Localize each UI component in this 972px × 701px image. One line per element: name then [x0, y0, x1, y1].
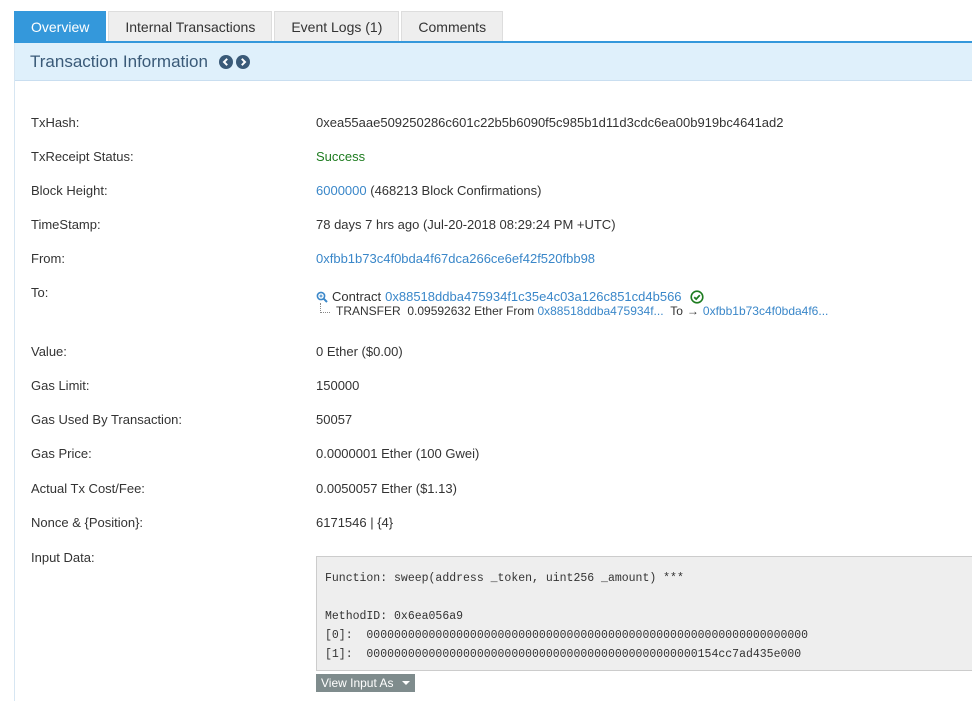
chevron-right-icon[interactable] [235, 54, 250, 69]
input-param-1: [1]: 00000000000000000000000000000000000… [325, 648, 802, 661]
timestamp-value: 78 days 7 hrs ago (Jul-20-2018 08:29:24 … [316, 217, 616, 232]
tab-overview[interactable]: Overview [14, 11, 107, 41]
value-amount: 0 Ether ($0.00) [316, 344, 403, 359]
input-data-box[interactable]: Function: sweep(address _token, uint256 … [316, 556, 972, 671]
contract-address-link[interactable]: 0x88518ddba475934f1c35e4c03a126c851cd4b5… [385, 289, 681, 304]
caret-down-icon [401, 681, 410, 685]
from-address-link[interactable]: 0xfbb1b73c4f0bda4f67dca266ce6ef42f520fbb… [316, 251, 595, 266]
transfer-from-link[interactable]: 0x88518ddba475934f... [537, 304, 663, 318]
check-circle-icon [689, 289, 704, 304]
view-input-as-label: View Input As [321, 676, 394, 690]
gas-used-label: Gas Used By Transaction: [31, 412, 183, 427]
tree-connector [320, 303, 330, 313]
value-label: Value: [31, 344, 67, 359]
tx-cost-value: 0.0050057 Ether ($1.13) [316, 481, 457, 496]
panel-title: Transaction Information [30, 51, 208, 71]
magnifier-icon[interactable] [316, 291, 328, 303]
block-confirmations: (468213 Block Confirmations) [366, 183, 542, 198]
gas-limit-value: 150000 [316, 378, 360, 393]
chevron-left-icon[interactable] [218, 54, 233, 69]
tx-nav [218, 54, 250, 69]
transfer-to-link[interactable]: 0xfbb1b73c4f0bda4f6... [703, 304, 828, 318]
internal-transfer: TRANSFER 0.09592632 Ether From 0x88518dd… [320, 303, 828, 318]
gas-price-label: Gas Price: [31, 446, 92, 461]
input-function: Function: sweep(address _token, uint256 … [325, 572, 684, 585]
txhash-label: TxHash: [31, 115, 80, 130]
block-value: 6000000 (468213 Block Confirmations) [316, 183, 541, 198]
tab-event-logs[interactable]: Event Logs (1) [274, 11, 400, 41]
view-input-as-button[interactable]: View Input As [316, 674, 415, 692]
txhash-value: 0xea55aae509250286c601c22b5b6090f5c985b1… [316, 115, 784, 130]
transaction-panel: Transaction Information TxHash: 0xea55aa… [14, 43, 972, 701]
status-value: Success [316, 149, 366, 164]
transfer-amount: 0.09592632 Ether From [407, 304, 535, 318]
panel-header: Transaction Information [15, 43, 972, 81]
input-param-0: [0]: 00000000000000000000000000000000000… [325, 629, 809, 642]
block-label: Block Height: [31, 183, 108, 198]
nonce-value: 6171546 | {4} [316, 515, 394, 530]
transfer-label: TRANSFER [336, 304, 401, 318]
tx-cost-label: Actual Tx Cost/Fee: [31, 481, 145, 496]
input-blank [325, 588, 972, 607]
transfer-to-label: To [670, 304, 683, 318]
tab-comments[interactable]: Comments [401, 11, 504, 41]
timestamp-label: TimeStamp: [31, 217, 101, 232]
tab-bar: Overview Internal Transactions Event Log… [14, 11, 505, 42]
to-value: Contract 0x88518ddba475934f1c35e4c03a126… [316, 289, 704, 304]
tab-internal-transactions[interactable]: Internal Transactions [108, 11, 273, 41]
nonce-label: Nonce & {Position}: [31, 515, 144, 530]
gas-used-value: 50057 [316, 412, 353, 427]
input-data-label: Input Data: [31, 550, 95, 565]
status-label: TxReceipt Status: [31, 149, 134, 164]
from-label: From: [31, 251, 65, 266]
arrow-right-icon: → [686, 304, 699, 318]
block-link[interactable]: 6000000 [316, 183, 367, 198]
to-label: To: [31, 285, 49, 300]
contract-prefix: Contract [332, 289, 382, 304]
gas-price-value: 0.0000001 Ether (100 Gwei) [316, 446, 480, 461]
input-method-id: MethodID: 0x6ea056a9 [325, 610, 464, 623]
gas-limit-label: Gas Limit: [31, 378, 90, 393]
to-row: To: Contract 0x88518ddba475934f1c35e4c03… [31, 285, 972, 335]
